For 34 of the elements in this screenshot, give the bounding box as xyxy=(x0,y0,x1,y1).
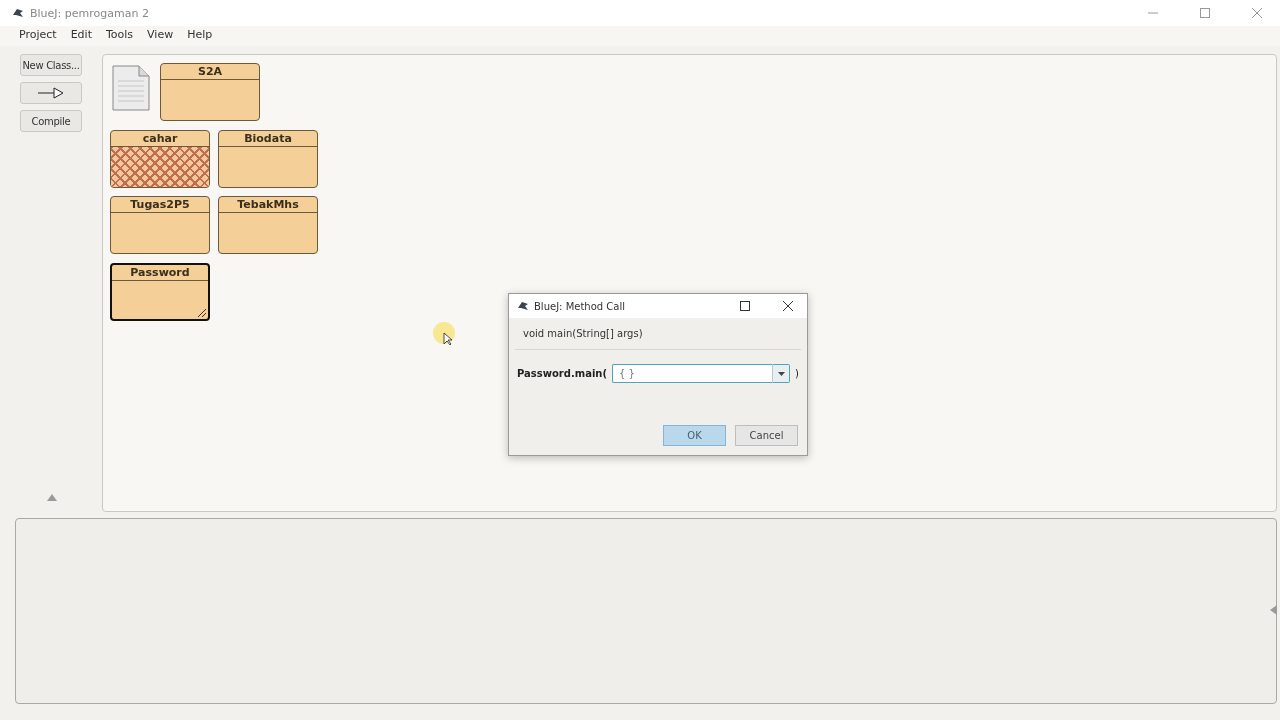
left-triangle-icon xyxy=(1270,605,1277,615)
close-icon[interactable] xyxy=(783,301,793,311)
class-box[interactable]: cahar xyxy=(110,130,210,188)
menu-item[interactable]: Edit xyxy=(63,26,99,46)
inheritance-arrow-button[interactable] xyxy=(20,82,82,104)
class-box[interactable]: Biodata xyxy=(218,130,318,188)
method-call-label: Password.main( xyxy=(517,368,607,379)
class-box[interactable]: TebakMhs xyxy=(218,196,318,254)
menu-item[interactable]: View xyxy=(140,26,181,46)
caret-icon xyxy=(777,371,785,376)
compile-button[interactable]: Compile xyxy=(20,110,82,132)
menu-item[interactable]: Help xyxy=(180,26,220,46)
argument-field[interactable]: { } xyxy=(612,364,773,383)
menu-item[interactable]: Tools xyxy=(98,26,141,46)
class-box[interactable]: S2A xyxy=(160,63,260,121)
cancel-button[interactable]: Cancel xyxy=(735,425,798,446)
dropdown-button[interactable] xyxy=(772,364,791,383)
new-class-button[interactable]: New Class... xyxy=(20,54,82,76)
window-title: BlueJ: pemrogaman 2 xyxy=(30,6,149,20)
resize-handle-icon[interactable] xyxy=(197,308,207,318)
menu-item[interactable]: Project xyxy=(12,26,64,46)
bird-icon xyxy=(12,8,24,18)
cursor-icon xyxy=(432,321,458,347)
method-signature: void main(String[] args) xyxy=(515,318,801,350)
ok-button[interactable]: OK xyxy=(663,425,726,446)
document-icon xyxy=(112,65,150,111)
maximize-icon[interactable] xyxy=(740,301,750,311)
bird-icon xyxy=(517,301,529,311)
closing-parenthesis: ) xyxy=(795,368,799,379)
class-box[interactable]: Password xyxy=(110,263,210,321)
class-box[interactable]: Tugas2P5 xyxy=(110,196,210,254)
arrow-icon xyxy=(37,87,65,99)
up-triangle-icon xyxy=(47,494,57,501)
dialog-title: BlueJ: Method Call xyxy=(534,300,625,312)
